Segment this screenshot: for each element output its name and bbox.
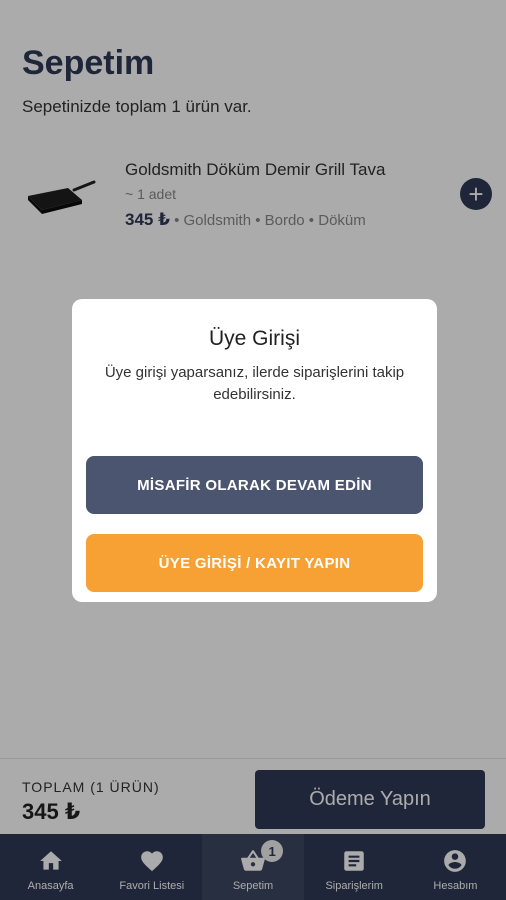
login-register-button[interactable]: ÜYE GİRİŞİ / KAYIT YAPIN <box>86 534 423 592</box>
dialog-title: Üye Girişi <box>208 327 300 350</box>
dialog-message: Üye girişi yaparsanız, ilerde siparişler… <box>104 364 405 403</box>
continue-as-guest-button[interactable]: MİSAFİR OLARAK DEVAM EDİN <box>86 456 423 514</box>
login-dialog: Üye Girişi Üye girişi yaparsanız, ilerde… <box>72 299 437 602</box>
